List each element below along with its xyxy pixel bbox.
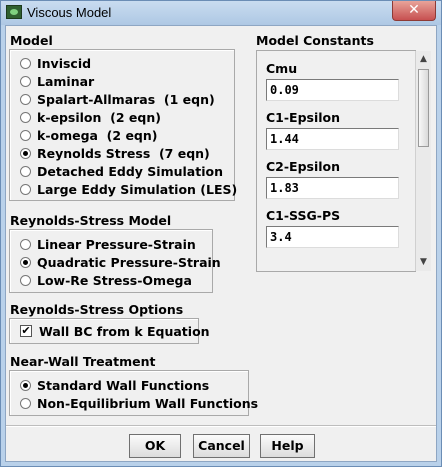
rs-options-group-title: Reynolds-Stress Options xyxy=(10,302,184,317)
cmu-input[interactable]: 0.09 xyxy=(266,79,399,101)
close-icon: ✕ xyxy=(408,2,420,18)
radio-button-selected-icon[interactable] xyxy=(20,256,31,268)
checkbox-label: Wall BC from k Equation xyxy=(39,323,210,339)
radio-label: Large Eddy Simulation (LES) xyxy=(37,181,238,197)
radio-standard-wall-functions[interactable]: Standard Wall Functions xyxy=(20,376,209,394)
radio-button-icon[interactable] xyxy=(20,183,31,195)
scroll-up-arrow-icon[interactable]: ▲ xyxy=(416,51,431,67)
help-button[interactable]: Help xyxy=(260,434,315,458)
radio-label: k-omega (2 eqn) xyxy=(37,127,158,143)
radio-button-selected-icon[interactable] xyxy=(20,147,31,159)
radio-label: Reynolds Stress (7 eqn) xyxy=(37,145,210,161)
radio-k-omega[interactable]: k-omega (2 eqn) xyxy=(20,126,157,144)
scroll-down-arrow-icon[interactable]: ▼ xyxy=(416,254,431,270)
dialog-client-area: Model Inviscid Laminar Spalart-Allmaras … xyxy=(5,25,437,462)
radio-button-selected-icon[interactable] xyxy=(20,379,31,391)
radio-button-icon[interactable] xyxy=(20,274,31,286)
checkbox-checked-icon[interactable]: ✔ xyxy=(20,325,32,337)
radio-quadratic-pressure-strain[interactable]: Quadratic Pressure-Strain xyxy=(20,253,221,271)
radio-reynolds-stress[interactable]: Reynolds Stress (7 eqn) xyxy=(20,144,210,162)
constant-label-cmu: Cmu xyxy=(266,61,298,76)
radio-label: Quadratic Pressure-Strain xyxy=(37,254,221,270)
radio-inviscid[interactable]: Inviscid xyxy=(20,54,91,72)
c2-epsilon-input[interactable]: 1.83 xyxy=(266,177,399,199)
close-button[interactable]: ✕ xyxy=(392,1,436,21)
radio-label: Inviscid xyxy=(37,55,92,71)
radio-label: Standard Wall Functions xyxy=(37,377,210,393)
radio-button-icon[interactable] xyxy=(20,93,31,105)
constant-label-c1-ssg-ps: C1-SSG-PS xyxy=(266,208,341,223)
radio-spalart-allmaras[interactable]: Spalart-Allmaras (1 eqn) xyxy=(20,90,215,108)
c1-ssg-ps-input[interactable]: 3.4 xyxy=(266,226,399,248)
radio-button-icon[interactable] xyxy=(20,111,31,123)
radio-label: Non-Equilibrium Wall Functions xyxy=(37,395,259,411)
viscous-model-window: Viscous Model ✕ Model Inviscid Laminar S… xyxy=(0,0,442,467)
rs-options-group: ✔ Wall BC from k Equation xyxy=(9,318,210,344)
radio-les[interactable]: Large Eddy Simulation (LES) xyxy=(20,180,237,198)
radio-button-icon[interactable] xyxy=(20,165,31,177)
radio-label: Linear Pressure-Strain xyxy=(37,236,196,252)
radio-non-equilibrium-wall-functions[interactable]: Non-Equilibrium Wall Functions xyxy=(20,394,258,412)
constant-label-c1-epsilon: C1-Epsilon xyxy=(266,110,341,125)
near-wall-group-title: Near-Wall Treatment xyxy=(10,354,156,369)
c1-epsilon-input[interactable]: 1.44 xyxy=(266,128,399,150)
near-wall-group: Standard Wall Functions Non-Equilibrium … xyxy=(9,370,258,416)
constant-label-c2-epsilon: C2-Epsilon xyxy=(266,159,341,174)
radio-label: Detached Eddy Simulation xyxy=(37,163,223,179)
window-title: Viscous Model xyxy=(27,5,112,20)
radio-button-icon[interactable] xyxy=(20,75,31,87)
radio-button-icon[interactable] xyxy=(20,397,31,409)
model-constants-scrollbar[interactable]: ▲ ▼ xyxy=(415,51,431,271)
radio-button-icon[interactable] xyxy=(20,238,31,250)
radio-low-re-stress-omega[interactable]: Low-Re Stress-Omega xyxy=(20,271,192,289)
title-bar[interactable]: Viscous Model ✕ xyxy=(1,1,441,25)
checkmark-icon: ✔ xyxy=(21,324,31,337)
scrollbar-thumb[interactable] xyxy=(418,69,429,147)
radio-button-icon[interactable] xyxy=(20,129,31,141)
radio-label: k-epsilon (2 eqn) xyxy=(37,109,161,125)
model-constants-panel: Cmu 0.09 C1-Epsilon 1.44 C2-Epsilon 1.83… xyxy=(256,50,416,272)
radio-laminar[interactable]: Laminar xyxy=(20,72,94,90)
radio-label: Laminar xyxy=(37,73,95,89)
radio-label: Spalart-Allmaras (1 eqn) xyxy=(37,91,215,107)
model-constants-title: Model Constants xyxy=(256,33,374,48)
radio-linear-pressure-strain[interactable]: Linear Pressure-Strain xyxy=(20,235,196,253)
ok-button[interactable]: OK xyxy=(129,434,181,458)
wall-bc-checkbox-row[interactable]: ✔ Wall BC from k Equation xyxy=(20,322,210,340)
rs-model-group: Linear Pressure-Strain Quadratic Pressur… xyxy=(9,229,221,293)
radio-label: Low-Re Stress-Omega xyxy=(37,272,192,288)
radio-detached-eddy[interactable]: Detached Eddy Simulation xyxy=(20,162,223,180)
model-group: Inviscid Laminar Spalart-Allmaras (1 eqn… xyxy=(9,49,237,201)
button-row-divider xyxy=(6,425,436,427)
rs-model-group-title: Reynolds-Stress Model xyxy=(10,213,172,228)
radio-button-icon[interactable] xyxy=(20,57,31,69)
model-group-title: Model xyxy=(10,33,53,48)
cancel-button[interactable]: Cancel xyxy=(193,434,250,458)
radio-k-epsilon[interactable]: k-epsilon (2 eqn) xyxy=(20,108,161,126)
app-icon xyxy=(6,5,22,19)
